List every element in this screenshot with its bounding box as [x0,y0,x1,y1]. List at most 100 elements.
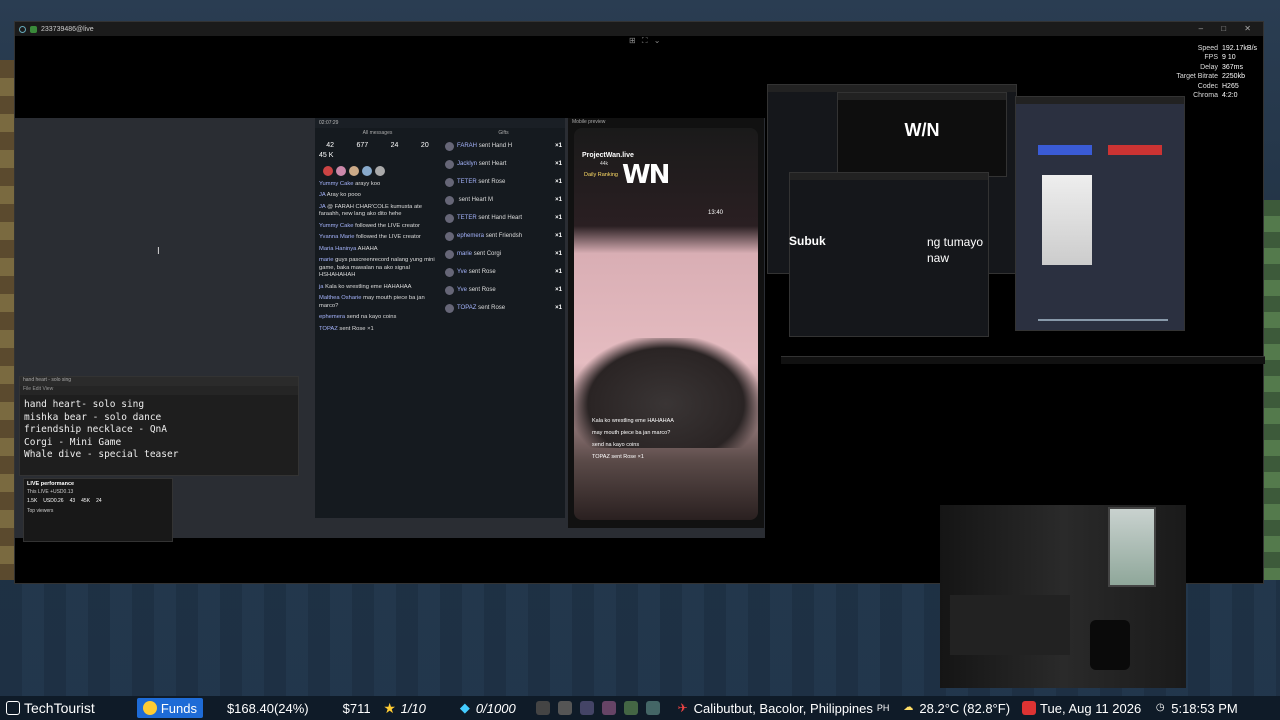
window-view [1108,507,1156,587]
chat-message[interactable]: Yummy Cake followed the LIVE creator [315,221,440,233]
account-name: ProjectWan.live [582,152,634,159]
app-icon [19,25,26,33]
notepad-line[interactable]: Whale dive - special teaser [24,449,294,462]
notepad-text[interactable]: hand heart- solo sing mishka bear - solo … [20,395,298,466]
avatar [445,160,454,169]
gift-user[interactable]: Jacklyn [457,161,477,169]
remote-toolbar[interactable]: ⊞ ⛶ ⌄ [629,36,662,46]
mobile-preview[interactable]: Mobile preview ProjectWan.live 44k Daily… [568,118,764,528]
gift-row[interactable]: Yve sent Rose ×1 [441,282,566,300]
gift-row[interactable]: TETER sent Hand Heart ×1 [441,210,566,228]
chat-text: Aray ko pooo [326,192,361,198]
avatar [445,214,454,223]
chat-text: arayy koo [355,180,381,187]
chat-user[interactable]: ephemera [319,314,345,320]
gift-row[interactable]: ephemera sent Friendsh ×1 [441,228,566,246]
gift-row[interactable]: TOPAZ sent Rose ×1 [441,300,566,318]
location-item: ✈ Calibutbut, Bacolor, Philippines PH [670,696,896,720]
clock-icon: ◷ [1155,702,1165,713]
count-value: 677 [356,141,369,149]
gift-user[interactable]: TETER [457,215,477,223]
chat-user[interactable]: Yvanna Marie [319,234,354,240]
chat-message[interactable]: Malthea Osharie may mouth piece ba jan m… [315,293,440,312]
gift-user[interactable]: TETER [457,179,477,187]
remote-screen[interactable]: I hand heart - solo sing File Edit View … [15,118,765,542]
gift-list[interactable]: FARAH sent Hand H ×1 Jacklyn sent Heart ×1 T… [441,138,566,318]
notepad-line[interactable]: Corgi - Mini Game [24,437,294,450]
gift-user[interactable]: FARAH [457,143,477,151]
bottom-status-bar: TechTourist Funds $168.40(24%) $711 ★ 1/1… [0,696,1280,720]
calendar-icon [1022,701,1037,715]
chat-user[interactable]: JA [319,204,325,210]
remote-desktop-windows[interactable]: W/N Subuk ng tumayo naw [767,84,1197,340]
gift-user[interactable]: Yve [457,287,467,295]
gift-row[interactable]: Yve sent Rose ×1 [441,264,566,282]
gift-row[interactable]: TETER sent Rose ×1 [441,174,566,192]
monitor-icon [6,701,20,715]
preview-window[interactable]: W/N [837,92,1007,177]
remote-desktop-window[interactable]: 233739486@live – □ ✕ ⊞ ⛶ ⌄ Speed 192.17kB… [14,21,1265,584]
chat-message[interactable]: JA @ FARAH CHAR'COLE kumusta ate faraahh… [315,202,440,221]
weather-item: ☁ 28.2°C (82.8°F) [895,696,1016,720]
chat-user[interactable]: Maria Haninya [319,246,356,252]
all-messages-column[interactable]: All messages 42 677 24 20 45 K Yummy Cake a… [315,130,440,515]
chat-message[interactable]: ephemera send na kayo coins [315,312,440,324]
status-icon-5 [623,701,638,715]
chat-message[interactable]: ja Kala ko wrestling eme HAHAHAA [315,282,440,294]
gift-text: sent Rose [478,178,506,185]
gift-user[interactable]: ephemera [457,233,484,241]
phone-screen: ProjectWan.live 44k Daily Ranking WN 13:… [574,128,758,520]
chat-user[interactable]: Yummy Cake [319,181,353,187]
chat-user[interactable]: Malthea Osharie [319,295,362,301]
notepad-line[interactable]: hand heart- solo sing [24,399,294,412]
funds-amount: $168.40(24%) [226,700,309,716]
chat-message[interactable]: JA Aray ko pooo [315,190,440,202]
message-list[interactable]: Yummy Cake arayy koo JA Aray ko pooo JA @ … [315,179,440,336]
live-perf-subtitle: This LIVE +USD0.13 [27,489,74,495]
chat-user[interactable]: JA [319,192,325,198]
chat-user[interactable]: TOPAZ [319,326,338,332]
gift-user[interactable]: TOPAZ [457,305,476,313]
remote-taskbar[interactable] [781,356,1265,364]
chat-message[interactable]: Yummy Cake arayy koo [315,179,440,191]
stat-row: Speed 192.17kB/s [1160,44,1260,53]
remote-desktop-titlebar[interactable]: 233739486@live – □ ✕ [15,22,1263,36]
mobile-settings-window[interactable] [1015,96,1185,331]
stat-value: 9 10 [1222,54,1236,62]
chat-user[interactable]: marie [319,257,334,263]
gift-row[interactable]: Jacklyn sent Heart ×1 [441,156,566,174]
chat-text: AHAHA [357,245,378,252]
notepad-window[interactable]: hand heart - solo sing File Edit View ha… [19,376,299,476]
stat-label: Target Bitrate [1176,73,1218,81]
count-value: 24 [390,141,399,149]
status-icon-2 [557,701,572,715]
chat-user[interactable]: ja [319,284,324,290]
notepad-line[interactable]: friendship necklace - QnA [24,424,294,437]
gift-count: ×1 [555,304,562,311]
gift-row[interactable]: sent Heart M ×1 [441,192,566,210]
webcam-feed [940,505,1186,688]
notepad-line[interactable]: mishka bear - solo dance [24,412,294,425]
chat-message[interactable]: Yvanna Marie followed the LIVE creator [315,232,440,244]
chat-user[interactable]: Yummy Cake [319,223,353,229]
avatar [445,178,454,187]
avatar [445,286,454,295]
live-performance-panel[interactable]: LIVE performance This LIVE +USD0.13 1.5K… [23,478,173,542]
live-perf-value: 24 [96,498,102,504]
gift-user[interactable]: marie [457,251,472,259]
gift-row[interactable]: marie sent Corgi ×1 [441,246,566,264]
tiktok-live-studio[interactable]: 02:07:29 All messages 42 677 24 20 45 K Yum… [315,118,565,518]
gift-user[interactable]: Yve [457,269,467,277]
chat-message[interactable]: marie guys pascreenrecord nalang yung mi… [315,255,440,282]
gifts-column[interactable]: Gifts FARAH sent Hand H ×1 Jacklyn sent He… [441,130,566,515]
notepad-menu[interactable]: File Edit View [20,386,298,395]
chat-message[interactable]: Maria Haninya AHAHA [315,244,440,256]
gift-text: sent Corgi [473,250,502,257]
chat-message[interactable]: TOPAZ sent Rose ×1 [315,324,440,336]
gift-row[interactable]: FARAH sent Hand H ×1 [441,138,566,156]
gift-text: sent Hand H [478,142,513,149]
daily-ranking: Daily Ranking [584,172,618,178]
funds-badge: Funds [136,698,203,718]
gift-count: ×1 [555,268,562,275]
window-controls[interactable]: – □ ✕ [1199,24,1259,33]
